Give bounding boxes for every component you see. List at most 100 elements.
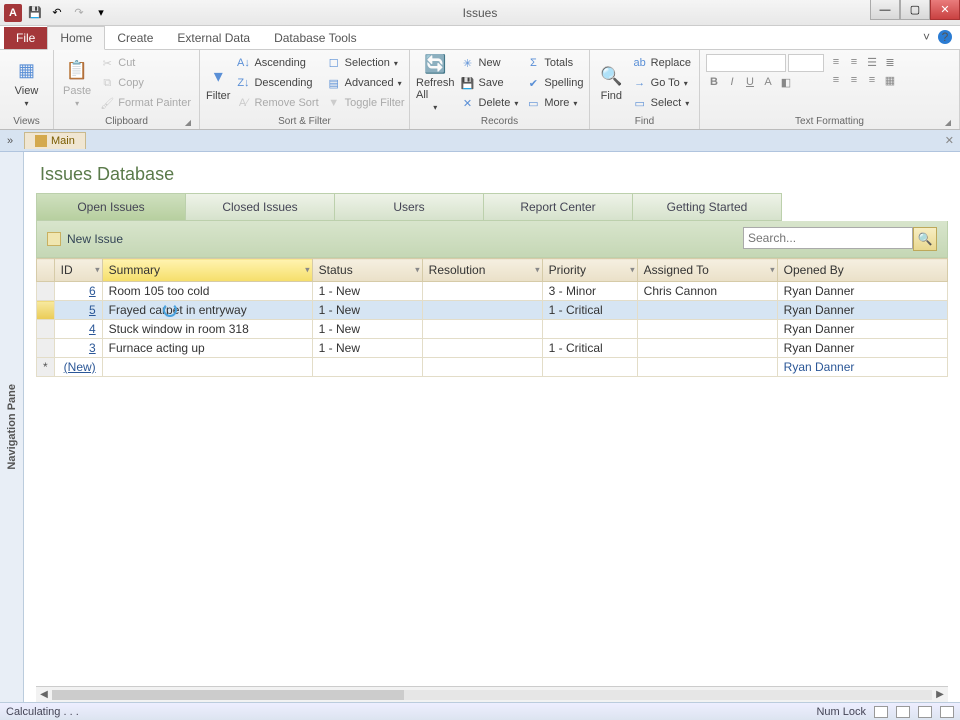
ascending-button[interactable]: A↓Ascending xyxy=(234,54,320,72)
row-selector[interactable] xyxy=(37,339,55,358)
scroll-left-icon[interactable]: ◀ xyxy=(36,689,52,700)
save-icon[interactable]: 💾 xyxy=(26,4,44,22)
find-button[interactable]: 🔍Find xyxy=(596,54,627,112)
bullets-button[interactable]: ☰ xyxy=(864,54,880,70)
align-right-button[interactable]: ≡ xyxy=(864,72,880,88)
row-selector[interactable] xyxy=(37,301,55,320)
table-row[interactable]: 6 Room 105 too cold 1 - New 3 - Minor Ch… xyxy=(37,282,948,301)
col-opened[interactable]: Opened By xyxy=(777,259,947,282)
table-row[interactable]: 3 Furnace acting up 1 - New 1 - Critical… xyxy=(37,339,948,358)
cut-button[interactable]: ✂Cut xyxy=(98,54,193,72)
goto-button[interactable]: →Go To ▾ xyxy=(631,74,693,92)
paste-button[interactable]: 📋Paste▾ xyxy=(60,54,94,112)
cell-summary[interactable]: Stuck window in room 318 xyxy=(102,320,312,339)
main-doc-tab[interactable]: Main xyxy=(24,132,86,149)
navigation-pane-collapsed[interactable]: Navigation Pane xyxy=(0,152,24,702)
descending-button[interactable]: Z↓Descending xyxy=(234,74,320,92)
tab-report-center[interactable]: Report Center xyxy=(483,193,633,221)
chevron-down-icon[interactable]: ▾ xyxy=(415,265,420,276)
cell-assigned[interactable]: Chris Cannon xyxy=(637,282,777,301)
new-record-button[interactable]: ✳New xyxy=(459,54,521,72)
chevron-down-icon[interactable]: ▾ xyxy=(535,265,540,276)
cell-opened[interactable]: Ryan Danner xyxy=(777,320,947,339)
table-row[interactable]: 5 Frayed carpet in entryway 1 - New 1 - … xyxy=(37,301,948,320)
cell-assigned[interactable] xyxy=(637,301,777,320)
database-tools-tab[interactable]: Database Tools xyxy=(262,27,369,49)
cell-assigned[interactable] xyxy=(637,339,777,358)
selection-button[interactable]: ☐Selection ▾ xyxy=(325,54,407,72)
cell-status[interactable]: 1 - New xyxy=(312,301,422,320)
create-tab[interactable]: Create xyxy=(105,27,165,49)
tab-open-issues[interactable]: Open Issues xyxy=(36,193,186,221)
cell-opened[interactable]: Ryan Danner xyxy=(777,301,947,320)
minimize-ribbon-icon[interactable]: ˅ xyxy=(923,30,930,44)
qat-customize-icon[interactable]: ▾ xyxy=(92,4,110,22)
row-selector[interactable] xyxy=(37,358,55,377)
remove-sort-button[interactable]: A⁄Remove Sort xyxy=(234,94,320,112)
gridlines-button[interactable]: ▦ xyxy=(882,72,898,88)
cell-resolution[interactable] xyxy=(422,301,542,320)
toggle-filter-button[interactable]: ▼Toggle Filter xyxy=(325,94,407,112)
maximize-button[interactable]: ▢ xyxy=(900,0,930,20)
tab-closed-issues[interactable]: Closed Issues xyxy=(185,193,335,221)
redo-icon[interactable]: ↷ xyxy=(70,4,88,22)
numbering-button[interactable]: ≣ xyxy=(882,54,898,70)
layout-view-button[interactable] xyxy=(918,706,932,718)
new-issue-button[interactable]: New Issue xyxy=(47,232,123,246)
cell-id[interactable]: 4 xyxy=(54,320,102,339)
cell-summary[interactable] xyxy=(102,358,312,377)
search-input[interactable] xyxy=(743,227,913,249)
font-name-combo[interactable] xyxy=(706,54,786,72)
form-view-button[interactable] xyxy=(874,706,888,718)
cell-opened[interactable]: Ryan Danner xyxy=(777,339,947,358)
navpane-toggle-button[interactable]: » xyxy=(0,135,20,147)
copy-button[interactable]: ⧉Copy xyxy=(98,74,193,92)
cell-status[interactable]: 1 - New xyxy=(312,282,422,301)
select-button[interactable]: ▭Select ▾ xyxy=(631,94,693,112)
refresh-all-button[interactable]: 🔄Refresh All▾ xyxy=(416,54,455,112)
cell-status[interactable]: 1 - New xyxy=(312,320,422,339)
cell-opened[interactable]: Ryan Danner xyxy=(777,358,947,377)
align-center-button[interactable]: ≡ xyxy=(846,72,862,88)
scroll-thumb[interactable] xyxy=(52,690,404,700)
fill-color-button[interactable]: ◧ xyxy=(778,74,794,90)
underline-button[interactable]: U xyxy=(742,74,758,90)
cell-priority[interactable] xyxy=(542,320,637,339)
format-painter-button[interactable]: 🖌Format Painter xyxy=(98,94,193,112)
save-record-button[interactable]: 💾Save xyxy=(459,74,521,92)
italic-button[interactable]: I xyxy=(724,74,740,90)
cell-summary[interactable]: Frayed carpet in entryway xyxy=(102,301,312,320)
cell-id[interactable]: 5 xyxy=(54,301,102,320)
chevron-down-icon[interactable]: ▾ xyxy=(630,265,635,276)
clipboard-launcher-icon[interactable]: ◢ xyxy=(185,118,191,127)
view-button[interactable]: ▦View▾ xyxy=(6,54,47,112)
external-data-tab[interactable]: External Data xyxy=(165,27,262,49)
cell-status[interactable] xyxy=(312,358,422,377)
undo-icon[interactable]: ↶ xyxy=(48,4,66,22)
totals-button[interactable]: ΣTotals xyxy=(524,54,585,72)
cell-resolution[interactable] xyxy=(422,282,542,301)
col-summary[interactable]: Summary▾ xyxy=(102,259,312,282)
cell-summary[interactable]: Furnace acting up xyxy=(102,339,312,358)
help-icon[interactable]: ? xyxy=(938,30,952,44)
cell-new-label[interactable]: (New) xyxy=(54,358,102,377)
font-size-combo[interactable] xyxy=(788,54,824,72)
bold-button[interactable]: B xyxy=(706,74,722,90)
replace-button[interactable]: abReplace xyxy=(631,54,693,72)
delete-record-button[interactable]: ✕Delete ▾ xyxy=(459,94,521,112)
scroll-right-icon[interactable]: ▶ xyxy=(932,689,948,700)
more-records-button[interactable]: ▭More ▾ xyxy=(524,94,585,112)
col-id[interactable]: ID▾ xyxy=(54,259,102,282)
scroll-track[interactable] xyxy=(52,690,932,700)
cell-id[interactable]: 3 xyxy=(54,339,102,358)
spelling-button[interactable]: ✔Spelling xyxy=(524,74,585,92)
cell-priority[interactable]: 1 - Critical xyxy=(542,301,637,320)
col-resolution[interactable]: Resolution▾ xyxy=(422,259,542,282)
minimize-button[interactable]: — xyxy=(870,0,900,20)
filter-button[interactable]: ▾Filter xyxy=(206,54,230,112)
select-all-handle[interactable] xyxy=(37,259,55,282)
cell-assigned[interactable] xyxy=(637,358,777,377)
decrease-indent-button[interactable]: ≡ xyxy=(828,54,844,70)
home-tab[interactable]: Home xyxy=(47,26,105,50)
cell-opened[interactable]: Ryan Danner xyxy=(777,282,947,301)
